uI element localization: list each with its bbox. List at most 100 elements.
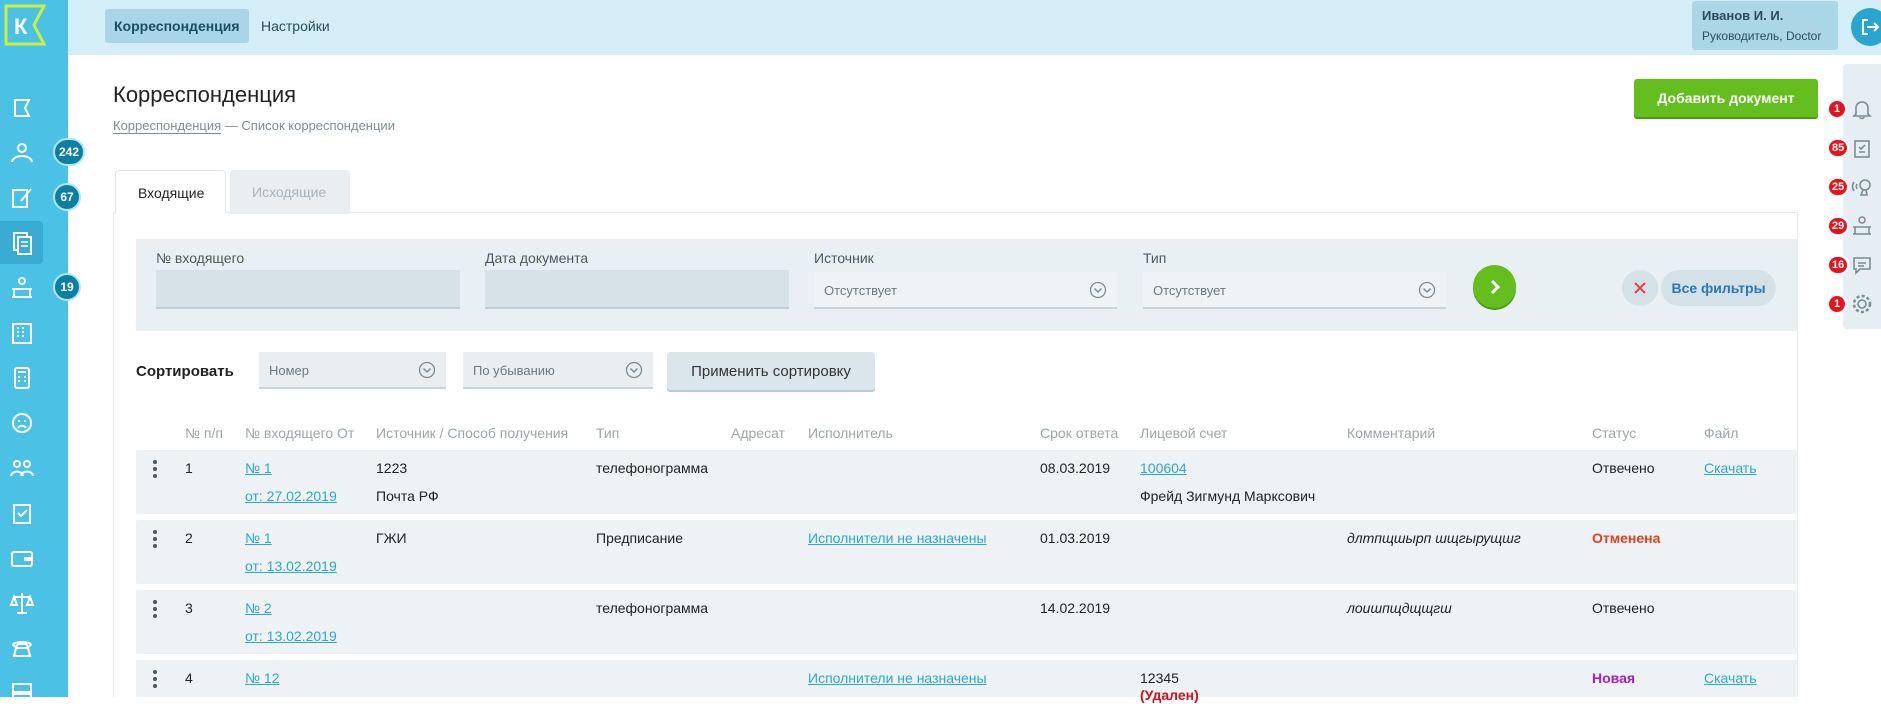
nav-people-badge: 242	[53, 138, 86, 166]
incoming-no-label: № входящего	[156, 250, 245, 266]
clipboard-badge: 85	[1827, 138, 1850, 158]
row-download-link[interactable]: Скачать	[1704, 670, 1757, 686]
row-index: 4	[185, 670, 193, 686]
nav-server-icon[interactable]	[0, 671, 43, 714]
col-header-executor: Исполнитель	[808, 425, 893, 441]
apply-filter-button[interactable]	[1473, 265, 1516, 308]
sort-field-select[interactable]: Номер	[259, 352, 446, 389]
col-header-deadline: Срок ответа	[1040, 425, 1119, 441]
row-executor-link[interactable]: Исполнители не назначены	[808, 670, 987, 686]
chevron-down-icon	[1418, 281, 1436, 299]
sort-order-select[interactable]: По убыванию	[463, 352, 653, 389]
desk-badge: 29	[1827, 216, 1850, 236]
gear-icon[interactable]	[1849, 291, 1875, 317]
tab-outgoing[interactable]: Исходящие	[230, 170, 350, 214]
svg-text:К: К	[14, 14, 28, 39]
row-incoming-number[interactable]: № 12	[245, 670, 279, 686]
nav-group-icon[interactable]	[0, 446, 43, 489]
gear-badge: 1	[1827, 294, 1847, 314]
row-executor-link[interactable]: Исполнители не назначены	[808, 530, 987, 546]
row-incoming-date[interactable]: от: 27.02.2019	[245, 488, 337, 504]
row-menu-icon[interactable]	[152, 530, 158, 550]
row-account-deleted: (Удален)	[1140, 687, 1199, 703]
apply-sort-button[interactable]: Применить сортировку	[667, 352, 875, 390]
row-source: ГЖИ	[376, 530, 407, 546]
chevron-down-icon	[625, 361, 643, 379]
nav-sad-face-icon[interactable]	[0, 401, 43, 444]
top-tab-settings[interactable]: Настройки	[252, 9, 339, 43]
row-comment: лоишпщдщщгш	[1347, 600, 1452, 616]
nav-documents-icon[interactable]	[0, 221, 43, 264]
nav-edit-doc-badge: 67	[53, 183, 81, 211]
col-header-account: Лицевой счет	[1140, 425, 1228, 441]
row-type: телефонограмма	[596, 460, 709, 476]
source-select[interactable]: Отсутствует	[814, 272, 1117, 309]
logout-button[interactable]	[1851, 8, 1881, 46]
row-download-link[interactable]: Скачать	[1704, 460, 1757, 476]
row-type: Предписание	[596, 530, 684, 546]
row-incoming-number[interactable]: № 2	[245, 600, 272, 616]
breadcrumb: Корреспонденция — Список корреспонденции	[113, 118, 395, 134]
row-deadline: 14.02.2019	[1040, 600, 1111, 616]
row-index: 1	[185, 460, 193, 476]
row-account: 12345	[1140, 670, 1179, 686]
row-type: телефонограмма	[596, 600, 709, 616]
desk-icon[interactable]	[1849, 213, 1875, 239]
type-select-value: Отсутствует	[1153, 283, 1226, 298]
row-menu-icon[interactable]	[152, 600, 158, 620]
row-status: Отвечено	[1592, 460, 1655, 476]
row-incoming-date[interactable]: от: 13.02.2019	[245, 558, 337, 574]
add-document-button[interactable]: Добавить документ	[1634, 79, 1818, 117]
incoming-no-input[interactable]	[156, 270, 460, 309]
clipboard-icon[interactable]	[1849, 135, 1875, 161]
nav-clipboard-check-icon[interactable]	[0, 491, 43, 534]
row-incoming-number[interactable]: № 1	[245, 530, 272, 546]
col-header-status: Статус	[1592, 425, 1637, 441]
chevron-down-icon	[1089, 281, 1107, 299]
row-incoming-date[interactable]: от: 13.02.2019	[245, 628, 337, 644]
col-header-source: Источник / Способ получения	[376, 425, 569, 441]
row-incoming-number[interactable]: № 1	[245, 460, 272, 476]
doc-date-label: Дата документа	[485, 250, 589, 266]
nav-building-icon[interactable]	[0, 311, 43, 354]
nav-people-icon[interactable]	[0, 131, 43, 174]
type-label: Тип	[1143, 250, 1167, 266]
nav-calculator-icon[interactable]	[0, 356, 43, 399]
breadcrumb-current: Список корреспонденции	[241, 118, 395, 133]
doc-date-input[interactable]	[485, 270, 789, 309]
type-select[interactable]: Отсутствует	[1143, 272, 1446, 309]
top-tab-correspondence[interactable]: Корреспонденция	[105, 9, 249, 43]
row-status: Отвечено	[1592, 600, 1655, 616]
all-filters-button[interactable]: Все фильтры	[1661, 270, 1776, 306]
close-icon	[1634, 282, 1646, 294]
speaker-badge: 25	[1827, 177, 1850, 197]
nav-phone-icon[interactable]	[0, 626, 43, 669]
nav-flag-icon[interactable]	[0, 87, 43, 130]
row-account-name: Фрейд Зигмунд Марксович	[1140, 488, 1316, 504]
row-account-link[interactable]: 100604	[1140, 460, 1187, 476]
chat-icon[interactable]	[1849, 252, 1875, 278]
sort-field-value: Номер	[269, 363, 310, 378]
speaker-icon[interactable]	[1849, 174, 1875, 200]
col-header-addressee: Адресат	[731, 425, 785, 441]
row-menu-icon[interactable]	[152, 670, 158, 690]
nav-scales-icon[interactable]	[0, 581, 43, 624]
row-status: Новая	[1592, 670, 1636, 686]
nav-wallet-icon[interactable]	[0, 536, 43, 579]
bell-icon[interactable]	[1849, 96, 1875, 122]
breadcrumb-link[interactable]: Корреспонденция	[113, 118, 222, 134]
nav-desk-icon[interactable]	[0, 266, 43, 309]
row-menu-icon[interactable]	[152, 460, 158, 480]
tab-incoming[interactable]: Входящие	[115, 170, 226, 214]
top-bar	[68, 0, 1881, 55]
nav-edit-doc-icon[interactable]	[0, 176, 43, 219]
chat-badge: 16	[1827, 255, 1850, 275]
user-profile[interactable]: Иванов И. И. Руководитель, Doctor	[1692, 1, 1838, 50]
breadcrumb-separator: —	[221, 118, 242, 133]
clear-filters-button[interactable]	[1622, 270, 1658, 306]
table-row[interactable]	[136, 590, 1797, 654]
row-index: 3	[185, 600, 193, 616]
sort-order-value: По убыванию	[473, 363, 555, 378]
user-name: Иванов И. И.	[1702, 8, 1784, 23]
logo-icon[interactable]: К	[4, 4, 46, 46]
